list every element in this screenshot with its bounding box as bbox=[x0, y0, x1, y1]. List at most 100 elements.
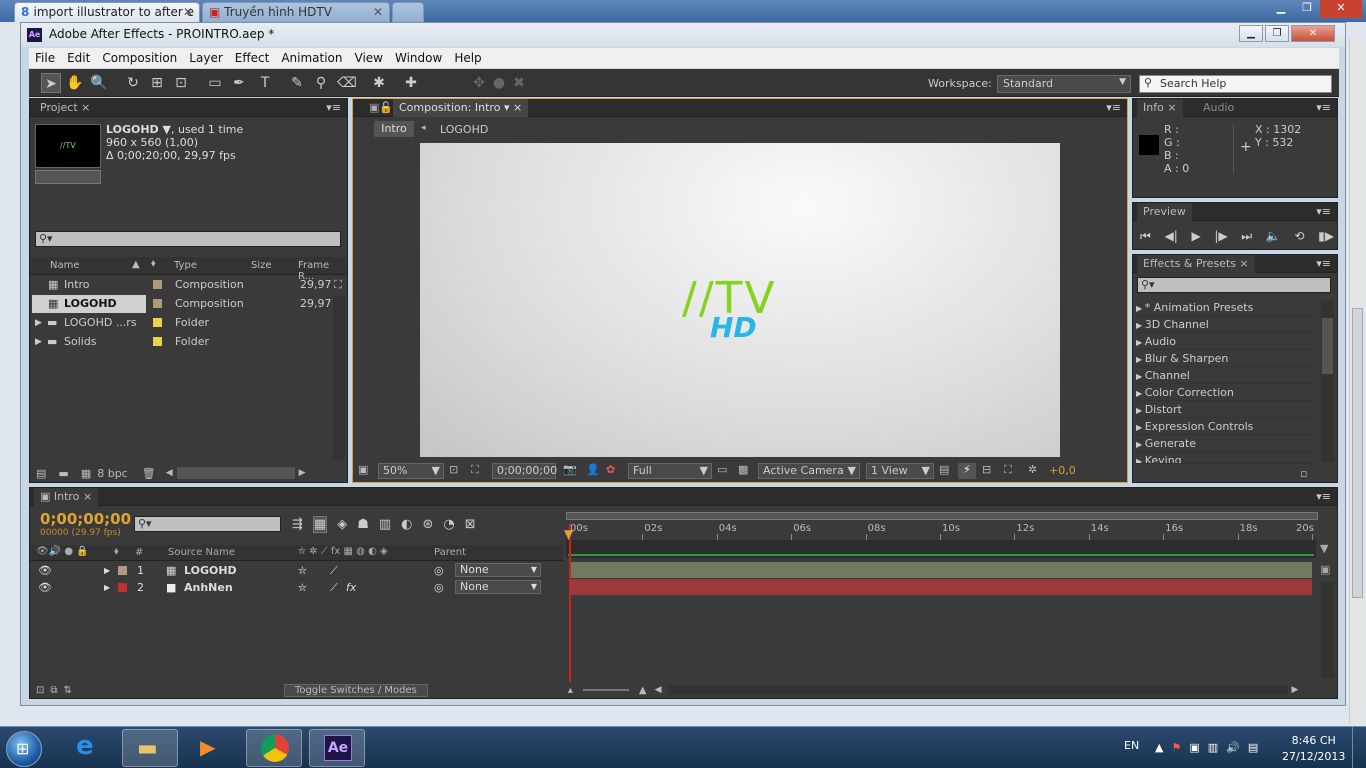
transparency-grid-icon[interactable]: ⛶ bbox=[471, 463, 479, 477]
browser-tab-import-illustrator[interactable]: 8 import illustrator to after e ✕ bbox=[14, 2, 200, 22]
menu-help[interactable]: Help bbox=[448, 48, 481, 68]
show-hidden-icons-icon[interactable]: ▲ bbox=[1155, 741, 1163, 754]
always-preview-icon[interactable]: ▣ bbox=[358, 463, 372, 479]
taskbar-media-player[interactable]: ▶ bbox=[182, 729, 238, 767]
new-composition-icon[interactable]: ▦ bbox=[81, 467, 91, 480]
axis-local-icon[interactable]: ✥ bbox=[469, 73, 489, 93]
taskbar-after-effects[interactable]: Ae bbox=[309, 729, 365, 767]
close-icon[interactable]: × bbox=[83, 490, 92, 503]
av-features-icon[interactable]: 👁🔊 ● 🔒 bbox=[36, 546, 89, 557]
quality-switch-icon[interactable]: ⟋ bbox=[330, 562, 338, 579]
fx-switch-icon[interactable]: fx bbox=[346, 579, 356, 596]
tab-effects-presets[interactable]: Effects & Presets × bbox=[1137, 255, 1255, 273]
taskbar-ie[interactable]: e bbox=[62, 729, 118, 767]
loop-icon[interactable]: ⟲ bbox=[1294, 229, 1304, 243]
tab-composition[interactable]: Composition: Intro ▾ × bbox=[393, 99, 529, 117]
label-swatch[interactable] bbox=[118, 583, 127, 592]
effects-category[interactable]: ▶ 3D Channel bbox=[1136, 316, 1318, 333]
timeline-search-input[interactable]: ⚲▾ bbox=[134, 516, 281, 532]
menu-layer[interactable]: Layer bbox=[183, 48, 222, 68]
new-item-icon[interactable]: ▫ bbox=[1300, 467, 1307, 480]
rotate-tool-icon[interactable]: ↻ bbox=[123, 73, 143, 93]
timeline-icon[interactable]: ⊟ bbox=[982, 463, 991, 476]
label-swatch[interactable] bbox=[153, 318, 162, 327]
trash-icon[interactable]: 🗑 bbox=[142, 467, 156, 480]
resolution-select[interactable]: Full ▼ bbox=[628, 463, 712, 479]
parent-select[interactable]: None ▼ bbox=[455, 580, 541, 594]
pan-behind-tool-icon[interactable]: ⊡ bbox=[171, 73, 191, 93]
menu-effect[interactable]: Effect bbox=[229, 48, 270, 68]
motion-blur-icon[interactable]: ◐ bbox=[401, 517, 412, 532]
browser-tab-truyen-hinh[interactable]: ▣ Truyền hình HDTV ✕ bbox=[202, 2, 390, 22]
project-search-input[interactable]: ⚲▾ bbox=[35, 231, 341, 247]
restore-icon[interactable]: ❐ bbox=[1294, 0, 1320, 18]
project-row-intro[interactable]: ▦ Intro Composition 29,97 bbox=[32, 276, 332, 294]
playhead-icon[interactable]: ▼ bbox=[564, 527, 573, 541]
project-row-logohd[interactable]: ▦ LOGOHD Composition 29,97 bbox=[32, 295, 332, 313]
current-time-display[interactable]: 0;00;00;00 bbox=[492, 463, 557, 479]
magnification-select[interactable]: 50% ▼ bbox=[378, 463, 444, 479]
fast-previews-icon[interactable]: ▭ bbox=[717, 463, 727, 476]
column-parent[interactable]: Parent bbox=[434, 547, 466, 558]
panel-menu-icon[interactable]: ▾≡ bbox=[1106, 101, 1121, 114]
column-source-name[interactable]: Source Name bbox=[168, 547, 235, 558]
comp-button-icon[interactable]: ▣ bbox=[1320, 563, 1330, 576]
effects-category[interactable]: ▶ Expression Controls bbox=[1136, 418, 1318, 435]
layer-bar-logohd[interactable] bbox=[570, 562, 1312, 578]
composition-canvas[interactable]: //TV HD bbox=[420, 143, 1060, 457]
taskbar-chrome[interactable] bbox=[246, 729, 302, 767]
menu-view[interactable]: View bbox=[349, 48, 383, 68]
effects-category[interactable]: ▶ Keying bbox=[1136, 452, 1318, 464]
pickwhip-icon[interactable]: ◎ bbox=[434, 562, 444, 579]
chevron-down-icon[interactable]: ▾ bbox=[504, 101, 510, 114]
effects-category[interactable]: ▶ Distort bbox=[1136, 401, 1318, 418]
label-swatch[interactable] bbox=[118, 566, 127, 575]
timeline-layer-row[interactable]: 👁 ▶ 1 ▦ LOGOHD ⛥ ⟋ ◎ None ▼ bbox=[32, 562, 562, 579]
flowchart-view-icon[interactable]: ⛶ bbox=[1004, 463, 1012, 477]
ae-minimize-button[interactable]: ▁ bbox=[1239, 25, 1263, 42]
snapshot-icon[interactable]: 📷 bbox=[563, 463, 577, 476]
first-frame-icon[interactable]: ⏮ bbox=[1140, 229, 1151, 244]
region-of-interest-icon[interactable]: ⊡ bbox=[449, 463, 458, 476]
project-row-logohd-folder[interactable]: ▶ ▬ LOGOHD ...rs Folder bbox=[32, 314, 330, 332]
effects-category[interactable]: ▶ * Animation Presets bbox=[1136, 299, 1318, 316]
label-tag-icon[interactable]: ⬧ bbox=[151, 258, 156, 269]
search-help-input[interactable]: ⚲ Search Help bbox=[1139, 75, 1332, 93]
auto-keyframe-icon[interactable]: ◔ bbox=[443, 517, 454, 532]
flowchart-icon[interactable]: ⛶ bbox=[334, 278, 342, 292]
brush-tool-icon[interactable]: ✎ bbox=[287, 73, 307, 93]
last-frame-icon[interactable]: ⏭ bbox=[1241, 229, 1252, 244]
work-area-bar[interactable] bbox=[566, 540, 1316, 558]
volume-icon[interactable]: 🔊 bbox=[1226, 741, 1240, 754]
draft-3d-icon[interactable]: ◈ bbox=[337, 517, 347, 532]
axis-world-icon[interactable]: ● bbox=[489, 73, 509, 93]
shy-switch-icon[interactable]: ⛥ bbox=[298, 579, 307, 596]
effects-category[interactable]: ▶ Color Correction bbox=[1136, 384, 1318, 401]
interpret-footage-icon[interactable]: ▤ bbox=[36, 467, 46, 480]
close-icon[interactable]: ✕ bbox=[1320, 0, 1362, 18]
menu-animation[interactable]: Animation bbox=[275, 48, 342, 68]
graph-editor-icon[interactable]: ⊠ bbox=[465, 517, 476, 532]
ae-close-button[interactable]: ✕ bbox=[1291, 25, 1335, 42]
roto-brush-tool-icon[interactable]: ✱ bbox=[369, 73, 389, 93]
disclosure-triangle-icon[interactable]: ▶ bbox=[104, 579, 110, 596]
play-icon[interactable]: ▶ bbox=[1191, 229, 1200, 243]
shy-layers-icon[interactable]: ☗ bbox=[357, 517, 369, 532]
ae-restore-button[interactable]: ❐ bbox=[1265, 25, 1289, 42]
column-name[interactable]: Name bbox=[50, 260, 80, 271]
parent-select[interactable]: None ▼ bbox=[455, 563, 541, 577]
new-folder-icon[interactable]: ▬ bbox=[58, 467, 68, 480]
puppet-tool-icon[interactable]: ✚ bbox=[401, 73, 421, 93]
zoom-out-icon[interactable]: ▴ bbox=[568, 685, 573, 696]
tab-info[interactable]: Info × bbox=[1137, 99, 1183, 117]
panel-menu-icon[interactable]: ▾≡ bbox=[1316, 490, 1331, 503]
ram-preview-icon[interactable]: ▮▶ bbox=[1318, 229, 1334, 243]
channels-icon[interactable]: ✿ bbox=[606, 463, 615, 476]
label-swatch[interactable] bbox=[153, 280, 162, 289]
disclosure-triangle-icon[interactable]: ▶ bbox=[35, 314, 42, 332]
layer-switches-icon[interactable]: ⛥ ✲ ⟋ fx ▦ ◍ ◐ ◈ bbox=[298, 546, 388, 557]
close-icon[interactable]: ✕ bbox=[373, 5, 383, 19]
taskbar-explorer[interactable]: ▬ bbox=[122, 729, 178, 767]
minimize-icon[interactable]: ▁ bbox=[1268, 0, 1294, 18]
timeline-layer-row[interactable]: 👁 ▶ 2 ■ AnhNen ⛥ ⟋ fx ◎ None ▼ bbox=[32, 579, 562, 596]
